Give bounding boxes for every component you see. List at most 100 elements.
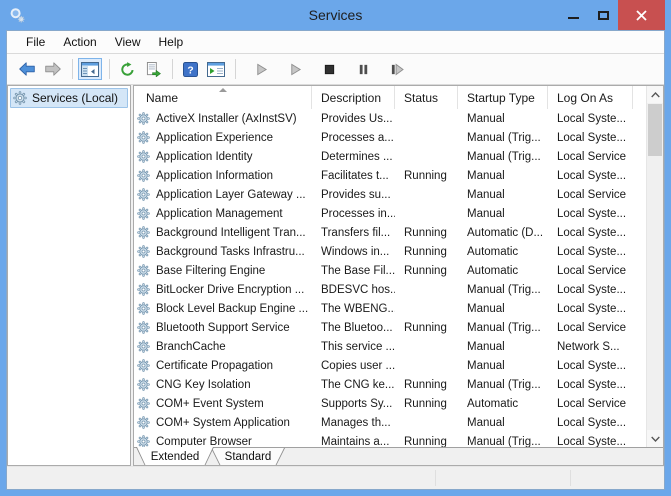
column-header-description[interactable]: Description xyxy=(312,86,395,109)
service-row[interactable]: Application ManagementProcesses in...Man… xyxy=(134,204,646,223)
service-startup-type: Automatic xyxy=(458,394,548,413)
service-description: Transfers fil... xyxy=(312,223,395,242)
minimize-button[interactable] xyxy=(558,0,588,30)
service-status xyxy=(395,337,458,356)
gear-icon xyxy=(137,320,152,335)
resume-service-button[interactable] xyxy=(283,58,307,80)
tab-standard-label: Standard xyxy=(211,448,285,466)
service-description: Copies user ... xyxy=(312,356,395,375)
service-row[interactable]: Certificate PropagationCopies user ...Ma… xyxy=(134,356,646,375)
menu-file[interactable]: File xyxy=(17,32,54,52)
tab-standard[interactable]: Standard xyxy=(211,448,285,466)
service-description: The WBENG... xyxy=(312,299,395,318)
maximize-button[interactable] xyxy=(588,0,618,30)
service-status xyxy=(395,413,458,432)
service-startup-type: Automatic xyxy=(458,242,548,261)
back-button[interactable] xyxy=(15,58,39,80)
service-row[interactable]: Application ExperienceProcesses a...Manu… xyxy=(134,128,646,147)
close-button[interactable] xyxy=(618,0,665,30)
service-name: Computer Browser xyxy=(156,436,252,448)
service-row[interactable]: Bluetooth Support ServiceThe Bluetoo...R… xyxy=(134,318,646,337)
help-button[interactable]: ? xyxy=(178,58,202,80)
menu-action[interactable]: Action xyxy=(54,32,105,52)
service-startup-type: Manual xyxy=(458,299,548,318)
service-row[interactable]: Background Tasks Infrastru...Windows in.… xyxy=(134,242,646,261)
column-header-startup-type[interactable]: Startup Type xyxy=(458,86,548,109)
service-status xyxy=(395,299,458,318)
service-description: Maintains a... xyxy=(312,432,395,447)
service-row[interactable]: Computer BrowserMaintains a...RunningMan… xyxy=(134,432,646,447)
export-list-icon xyxy=(146,62,161,77)
vertical-scrollbar[interactable] xyxy=(646,86,663,447)
service-row[interactable]: BitLocker Drive Encryption ...BDESVC hos… xyxy=(134,280,646,299)
toolbar-separator xyxy=(109,59,110,79)
services-node-gear-icon xyxy=(13,91,28,106)
service-description: The CNG ke... xyxy=(312,375,395,394)
service-description: Supports Sy... xyxy=(312,394,395,413)
service-startup-type: Automatic xyxy=(458,261,548,280)
service-log-on-as: Local Syste... xyxy=(548,223,633,242)
service-name: Application Management xyxy=(156,208,283,220)
tab-extended[interactable]: Extended xyxy=(136,447,214,466)
column-header-log-on-as[interactable]: Log On As xyxy=(548,86,633,109)
show-console-tree-button[interactable] xyxy=(78,58,102,80)
back-icon xyxy=(19,62,35,76)
service-log-on-as: Local Service xyxy=(548,147,633,166)
column-header-name[interactable]: Name xyxy=(134,86,312,109)
service-row[interactable]: CNG Key IsolationThe CNG ke...RunningMan… xyxy=(134,375,646,394)
title-bar: Services xyxy=(0,0,671,30)
gear-icon xyxy=(137,130,152,145)
gear-icon xyxy=(137,301,152,316)
services-app-icon xyxy=(9,7,25,23)
refresh-button[interactable] xyxy=(115,58,139,80)
service-row[interactable]: COM+ Event SystemSupports Sy...RunningAu… xyxy=(134,394,646,413)
service-status: Running xyxy=(395,261,458,280)
menu-help[interactable]: Help xyxy=(150,32,193,52)
pause-service-icon xyxy=(357,63,370,76)
window-controls xyxy=(558,0,665,30)
list-header: Name Description Status Startup Type Log… xyxy=(134,86,663,109)
service-row[interactable]: Application InformationFacilitates t...R… xyxy=(134,166,646,185)
service-status: Running xyxy=(395,223,458,242)
service-name: BitLocker Drive Encryption ... xyxy=(156,284,304,296)
export-list-button[interactable] xyxy=(141,58,165,80)
resume-service-icon xyxy=(289,63,302,76)
service-status: Running xyxy=(395,394,458,413)
scrollbar-thumb[interactable] xyxy=(648,104,662,156)
service-row[interactable]: Block Level Backup Engine ...The WBENG..… xyxy=(134,299,646,318)
service-log-on-as: Local Service xyxy=(548,261,633,280)
service-name: Base Filtering Engine xyxy=(156,265,265,277)
service-description: Determines ... xyxy=(312,147,395,166)
scroll-up-button[interactable] xyxy=(647,86,663,103)
menu-bar: File Action View Help xyxy=(7,31,664,54)
restart-service-button[interactable] xyxy=(385,58,409,80)
service-row[interactable]: Application IdentityDetermines ...Manual… xyxy=(134,147,646,166)
service-description: Processes a... xyxy=(312,128,395,147)
service-row[interactable]: ActiveX Installer (AxInstSV)Provides Us.… xyxy=(134,109,646,128)
minimize-icon xyxy=(568,17,579,19)
forward-button[interactable] xyxy=(41,58,65,80)
scroll-down-button[interactable] xyxy=(647,430,663,447)
menu-view[interactable]: View xyxy=(106,32,150,52)
service-name: Application Identity xyxy=(156,151,253,163)
service-row[interactable]: BranchCacheThis service ...ManualNetwork… xyxy=(134,337,646,356)
service-startup-type: Manual (Trig... xyxy=(458,318,548,337)
pause-service-button[interactable] xyxy=(351,58,375,80)
service-row[interactable]: Background Intelligent Tran...Transfers … xyxy=(134,223,646,242)
gear-icon xyxy=(137,225,152,240)
service-description: The Base Fil... xyxy=(312,261,395,280)
stop-service-button[interactable] xyxy=(317,58,341,80)
service-startup-type: Manual xyxy=(458,109,548,128)
start-service-button[interactable] xyxy=(249,58,273,80)
service-row[interactable]: Base Filtering Engine The Base Fil...Runn… xyxy=(134,261,646,280)
start-service-icon xyxy=(255,63,268,76)
service-status xyxy=(395,109,458,128)
show-action-pane-button[interactable] xyxy=(204,58,228,80)
service-row[interactable]: Application Layer Gateway ...Provides su… xyxy=(134,185,646,204)
service-row[interactable]: COM+ System ApplicationManages th...Manu… xyxy=(134,413,646,432)
column-header-status[interactable]: Status xyxy=(395,86,458,109)
service-description: Windows in... xyxy=(312,242,395,261)
tree-item-services-local[interactable]: Services (Local) xyxy=(10,88,128,108)
service-status: Running xyxy=(395,318,458,337)
service-startup-type: Manual (Trig... xyxy=(458,432,548,447)
